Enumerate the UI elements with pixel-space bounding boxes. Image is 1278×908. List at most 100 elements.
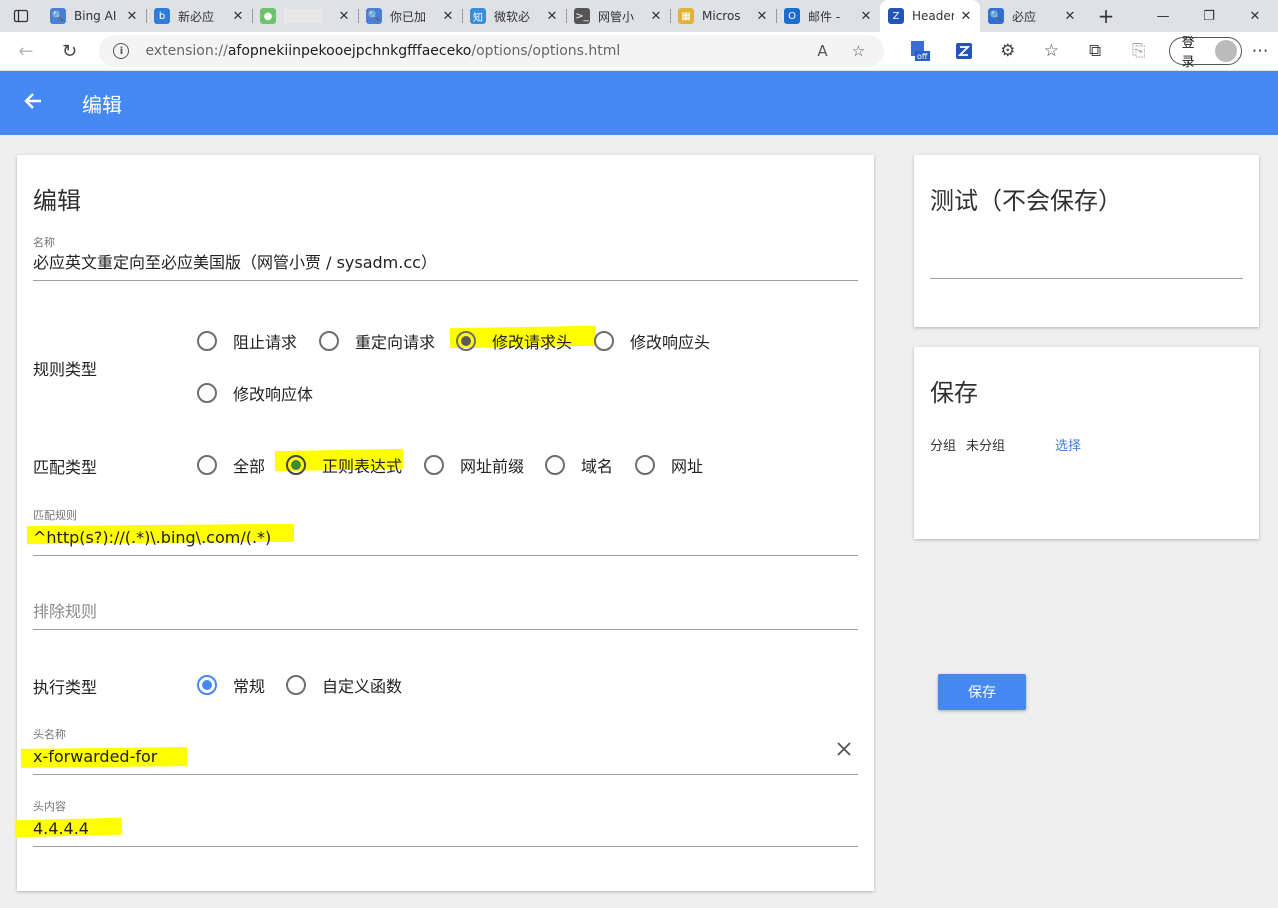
save-card: 保存 分组 未分组 选择 保存 bbox=[914, 347, 1259, 710]
tab-favicon-icon: 知 bbox=[470, 8, 486, 24]
rule-type-label: 规则类型 bbox=[33, 360, 98, 379]
tab-title: Micros bbox=[702, 9, 741, 23]
browser-tab[interactable]: ● ✕ bbox=[252, 0, 358, 32]
save-heading: 保存 bbox=[930, 379, 978, 407]
exec-type-normal[interactable]: 常规 bbox=[197, 673, 265, 697]
test-input[interactable] bbox=[930, 253, 1243, 279]
tab-favicon-icon: O bbox=[784, 8, 800, 24]
tab-favicon-icon: 🔍 bbox=[50, 8, 66, 24]
tab-title: 微软必 bbox=[494, 9, 531, 24]
rule-type-block-request[interactable]: 阻止请求 bbox=[197, 329, 297, 353]
editor-heading: 编辑 bbox=[33, 187, 81, 215]
header-name-input[interactable]: x-forwarded-for bbox=[33, 746, 858, 768]
name-input[interactable]: 必应英文重定向至必应美国版（网管小贾 / sysadm.cc） bbox=[33, 252, 858, 274]
match-type-domain[interactable]: 域名 bbox=[545, 453, 613, 477]
tab-close-icon[interactable]: ✕ bbox=[440, 9, 456, 24]
rule-type-redirect[interactable]: 重定向请求 bbox=[319, 329, 435, 353]
avatar bbox=[1215, 40, 1238, 62]
select-group-link[interactable]: 选择 bbox=[1055, 435, 1081, 454]
tab-favicon-icon: >_ bbox=[574, 8, 590, 24]
group-label: 分组 bbox=[930, 439, 957, 454]
favorites-icon[interactable]: ☆ bbox=[1030, 32, 1074, 71]
tab-close-icon[interactable]: ✕ bbox=[958, 9, 974, 24]
tab-title: 你已加 bbox=[390, 9, 427, 24]
reload-icon[interactable]: ↻ bbox=[48, 32, 92, 71]
header-value-field[interactable]: 头内容 4.4.4.4 bbox=[33, 798, 858, 847]
editor-card: 编辑 名称 必应英文重定向至必应美国版（网管小贾 / sysadm.cc） 规则… bbox=[14, 155, 874, 891]
tab-actions-icon[interactable] bbox=[0, 0, 42, 32]
extensions-icon[interactable]: ⚙ bbox=[986, 32, 1030, 71]
tab-title: 必应 bbox=[1012, 9, 1037, 24]
browser-tab[interactable]: 🔍 Bing AI ✕ bbox=[42, 0, 146, 32]
tab-close-icon[interactable]: ✕ bbox=[1062, 9, 1078, 24]
back-nav-icon[interactable]: ← bbox=[4, 32, 48, 71]
tab-close-icon[interactable]: ✕ bbox=[754, 9, 770, 24]
app-header: 编辑 bbox=[0, 71, 1278, 135]
add-favorite-icon[interactable]: ☆ bbox=[844, 42, 872, 60]
browser-tab[interactable]: 🔍 必应 ✕ bbox=[980, 0, 1084, 32]
match-type-regex[interactable]: 正则表达式 bbox=[286, 453, 402, 477]
clear-icon[interactable] bbox=[836, 738, 852, 762]
browser-tab[interactable]: 知微软必 ✕ bbox=[462, 0, 566, 32]
test-heading: 测试（不会保存） bbox=[930, 187, 1122, 215]
browser-tab[interactable]: >_ 网管小 ✕ bbox=[566, 0, 670, 32]
exclude-rule-field[interactable]: 排除规则 bbox=[33, 597, 858, 630]
group-row: 分组 未分组 选择 bbox=[930, 435, 1243, 454]
more-icon[interactable]: ⋯ bbox=[1242, 32, 1278, 71]
tab-title: 邮件 - bbox=[808, 9, 841, 24]
url-text[interactable]: extension://afopnekiinpekooejpchnkgfffae… bbox=[145, 43, 800, 59]
tab-favicon-icon: ▦ bbox=[678, 8, 694, 24]
tab-close-icon[interactable]: ✕ bbox=[124, 9, 140, 24]
new-tab-button[interactable]: + bbox=[1088, 0, 1124, 32]
tab-close-icon[interactable]: ✕ bbox=[858, 9, 874, 24]
exclude-rule-input[interactable]: 排除规则 bbox=[33, 601, 858, 623]
page-title: 编辑 bbox=[82, 92, 122, 117]
tab-favicon-icon: 🔍 bbox=[366, 8, 382, 24]
rule-type-modify-response-body[interactable]: 修改响应体 bbox=[197, 381, 313, 405]
rule-type-modify-response-header[interactable]: 修改响应头 bbox=[594, 329, 710, 353]
tab-close-icon[interactable]: ✕ bbox=[544, 9, 560, 24]
name-field[interactable]: 名称 必应英文重定向至必应美国版（网管小贾 / sysadm.cc） bbox=[33, 234, 858, 281]
tab-title: Bing AI bbox=[74, 9, 117, 23]
header-value-input[interactable]: 4.4.4.4 bbox=[33, 818, 858, 840]
minimize-icon[interactable]: — bbox=[1140, 0, 1186, 32]
tab-close-icon[interactable]: ✕ bbox=[230, 9, 246, 24]
header-name-field[interactable]: 头名称 x-forwarded-for bbox=[33, 726, 858, 775]
rule-type-modify-request-header[interactable]: 修改请求头 bbox=[456, 329, 572, 353]
match-type-all[interactable]: 全部 bbox=[197, 453, 265, 477]
header-editor-icon[interactable] bbox=[942, 32, 986, 71]
tab-title: 新必应 bbox=[178, 9, 215, 24]
browser-tab[interactable]: ▦ Micros ✕ bbox=[670, 0, 776, 32]
svg-text:off: off bbox=[917, 52, 928, 61]
site-info-icon[interactable]: i bbox=[113, 43, 130, 59]
match-type-url-prefix[interactable]: 网址前缀 bbox=[424, 453, 524, 477]
match-rule-field[interactable]: 匹配规则 ^http(s?)://(.*)\.bing\.com/(.*) bbox=[33, 507, 858, 556]
tab-favicon-icon: b bbox=[154, 8, 170, 24]
back-arrow-icon[interactable] bbox=[0, 89, 66, 117]
collections-icon[interactable]: ⧉ bbox=[1073, 32, 1117, 71]
tab-close-icon[interactable]: ✕ bbox=[336, 9, 352, 24]
match-type-label: 匹配类型 bbox=[33, 458, 98, 477]
test-card: 测试（不会保存） bbox=[914, 155, 1259, 327]
tab-title: Header bbox=[912, 9, 954, 23]
exec-type-custom-function[interactable]: 自定义函数 bbox=[286, 673, 402, 697]
restore-icon[interactable]: ❐ bbox=[1186, 0, 1232, 32]
browser-tab[interactable]: 🔍 你已加 ✕ bbox=[358, 0, 462, 32]
save-button[interactable]: 保存 bbox=[938, 674, 1026, 710]
match-type-url[interactable]: 网址 bbox=[635, 453, 703, 477]
tab-favicon-icon: 🔍 bbox=[988, 8, 1004, 24]
exec-type-label: 执行类型 bbox=[33, 678, 98, 697]
share-icon[interactable]: ⎘ bbox=[1117, 32, 1161, 71]
match-rule-input[interactable]: ^http(s?)://(.*)\.bing\.com/(.*) bbox=[33, 527, 858, 549]
browser-tab[interactable]: Z Header ✕ bbox=[880, 0, 980, 32]
read-aloud-icon[interactable]: A bbox=[808, 42, 836, 60]
browser-tab[interactable]: O 邮件 - ✕ bbox=[776, 0, 880, 32]
tab-close-icon[interactable]: ✕ bbox=[648, 9, 664, 24]
tab-favicon-icon: ● bbox=[260, 8, 276, 24]
tab-favicon-icon: Z bbox=[888, 8, 904, 24]
address-bar[interactable]: i extension://afopnekiinpekooejpchnkgfff… bbox=[99, 35, 885, 67]
window-close-icon[interactable]: ✕ bbox=[1232, 0, 1278, 32]
login-button[interactable]: 登录 bbox=[1168, 36, 1243, 70]
browser-tab[interactable]: b 新必应 ✕ bbox=[146, 0, 252, 32]
extension-off-icon[interactable]: off bbox=[898, 32, 942, 71]
